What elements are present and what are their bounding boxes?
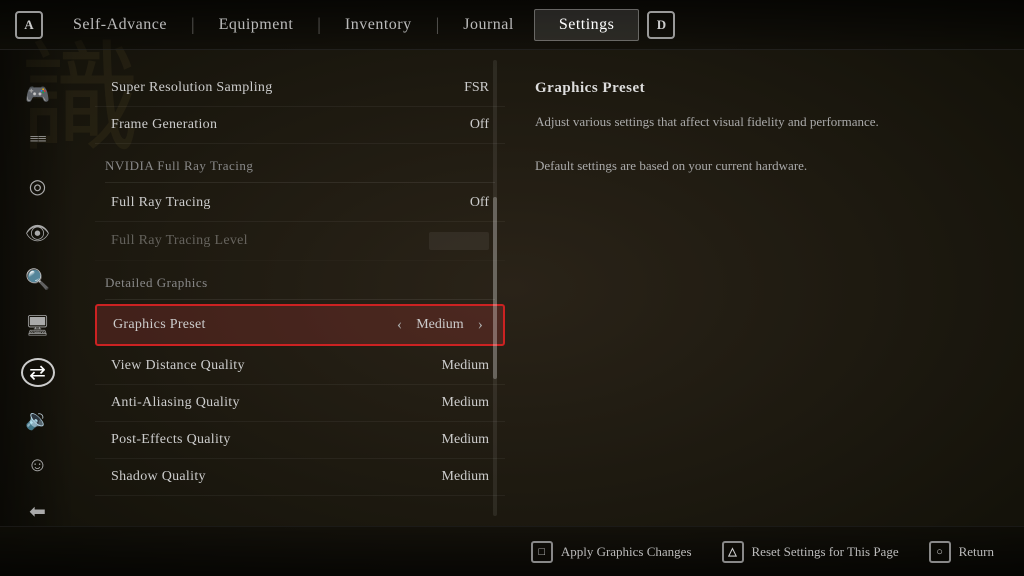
divider-detailed bbox=[105, 299, 495, 300]
full-ray-tracing-value: Off bbox=[470, 195, 489, 211]
nav-sep-3: | bbox=[432, 14, 444, 35]
nav-btn-d[interactable]: D bbox=[647, 11, 675, 39]
description-title: Graphics Preset bbox=[535, 80, 994, 97]
nav-item-journal[interactable]: Journal bbox=[443, 16, 534, 34]
nav-item-settings[interactable]: Settings bbox=[534, 9, 640, 41]
graphics-preset-value: ‹ Medium › bbox=[393, 316, 487, 334]
nav-item-equipment[interactable]: Equipment bbox=[199, 16, 314, 34]
nav-item-self-advance[interactable]: Self-Advance bbox=[53, 16, 187, 34]
frame-generation-value: Off bbox=[470, 117, 489, 133]
return-label: Return bbox=[959, 544, 994, 560]
apply-label: Apply Graphics Changes bbox=[561, 544, 692, 560]
scroll-thumb[interactable] bbox=[493, 197, 497, 379]
full-ray-tracing-label: Full Ray Tracing bbox=[111, 195, 211, 211]
settings-row-super-resolution[interactable]: Super Resolution Sampling FSR bbox=[95, 70, 505, 107]
settings-panel: Super Resolution Sampling FSR Frame Gene… bbox=[75, 50, 505, 526]
settings-row-full-ray-tracing[interactable]: Full Ray Tracing Off bbox=[95, 185, 505, 222]
return-action[interactable]: ○ Return bbox=[929, 541, 994, 563]
graphics-preset-right-arrow[interactable]: › bbox=[474, 316, 487, 334]
reset-settings-action[interactable]: △ Reset Settings for This Page bbox=[722, 541, 899, 563]
settings-row-graphics-preset[interactable]: Graphics Preset ‹ Medium › bbox=[95, 304, 505, 346]
reset-label: Reset Settings for This Page bbox=[752, 544, 899, 560]
nvidia-section-header: NVIDIA Full Ray Tracing bbox=[95, 144, 505, 180]
top-nav: A Self-Advance | Equipment | Inventory |… bbox=[0, 0, 1024, 50]
adjust-icon[interactable]: ⇄ bbox=[21, 358, 55, 387]
settings-row-frame-generation[interactable]: Frame Generation Off bbox=[95, 107, 505, 144]
description-text: Adjust various settings that affect visu… bbox=[535, 111, 994, 177]
view-distance-label: View Distance Quality bbox=[111, 358, 245, 374]
description-panel: Graphics Preset Adjust various settings … bbox=[505, 50, 1024, 526]
main-content: Super Resolution Sampling FSR Frame Gene… bbox=[75, 50, 1024, 526]
super-resolution-value: FSR bbox=[464, 80, 489, 96]
sidebar: 🎮 ≡≡ ◎ 👁 🔍 🖥 ⇄ 🔉 ☺ ⬅ bbox=[0, 50, 75, 526]
nav-sep-1: | bbox=[187, 14, 199, 35]
return-btn-icon: ○ bbox=[929, 541, 951, 563]
eye-icon[interactable]: 👁 bbox=[21, 219, 55, 247]
sliders-icon[interactable]: ≡≡ bbox=[21, 126, 55, 154]
scroll-track bbox=[493, 60, 497, 516]
full-ray-tracing-level-value bbox=[429, 232, 489, 250]
settings-list: Super Resolution Sampling FSR Frame Gene… bbox=[95, 70, 505, 496]
account-icon[interactable]: ⬅ bbox=[21, 498, 55, 526]
post-effects-label: Post-Effects Quality bbox=[111, 432, 231, 448]
bottom-bar: □ Apply Graphics Changes △ Reset Setting… bbox=[0, 526, 1024, 576]
controller-icon[interactable]: 🎮 bbox=[21, 80, 55, 108]
settings-row-shadow-quality[interactable]: Shadow Quality Medium bbox=[95, 459, 505, 496]
settings-row-anti-aliasing[interactable]: Anti-Aliasing Quality Medium bbox=[95, 385, 505, 422]
volume-icon[interactable]: 🔉 bbox=[21, 405, 55, 433]
nav-item-inventory[interactable]: Inventory bbox=[325, 16, 432, 34]
apply-graphics-action[interactable]: □ Apply Graphics Changes bbox=[531, 541, 692, 563]
detailed-graphics-section-header: Detailed Graphics bbox=[95, 261, 505, 297]
apply-btn-icon: □ bbox=[531, 541, 553, 563]
post-effects-value: Medium bbox=[442, 432, 489, 448]
graphics-preset-label: Graphics Preset bbox=[113, 317, 206, 333]
nav-btn-a[interactable]: A bbox=[15, 11, 43, 39]
nav-items: Self-Advance | Equipment | Inventory | J… bbox=[53, 9, 639, 41]
nav-sep-2: | bbox=[313, 14, 325, 35]
shadow-quality-value: Medium bbox=[442, 469, 489, 485]
super-resolution-label: Super Resolution Sampling bbox=[111, 80, 273, 96]
settings-row-post-effects[interactable]: Post-Effects Quality Medium bbox=[95, 422, 505, 459]
graphics-preset-left-arrow[interactable]: ‹ bbox=[393, 316, 406, 334]
full-ray-tracing-level-label: Full Ray Tracing Level bbox=[111, 233, 248, 249]
shadow-quality-label: Shadow Quality bbox=[111, 469, 206, 485]
divider-nvidia bbox=[105, 182, 495, 183]
anti-aliasing-label: Anti-Aliasing Quality bbox=[111, 395, 240, 411]
anti-aliasing-value: Medium bbox=[442, 395, 489, 411]
accessibility-icon[interactable]: ☺ bbox=[21, 451, 55, 479]
settings-row-view-distance[interactable]: View Distance Quality Medium bbox=[95, 348, 505, 385]
target-icon[interactable]: ◎ bbox=[21, 173, 55, 201]
frame-generation-label: Frame Generation bbox=[111, 117, 217, 133]
reset-btn-icon: △ bbox=[722, 541, 744, 563]
search-icon[interactable]: 🔍 bbox=[21, 265, 55, 293]
view-distance-value: Medium bbox=[442, 358, 489, 374]
monitor-icon[interactable]: 🖥 bbox=[21, 312, 55, 340]
settings-row-full-ray-tracing-level: Full Ray Tracing Level bbox=[95, 222, 505, 261]
